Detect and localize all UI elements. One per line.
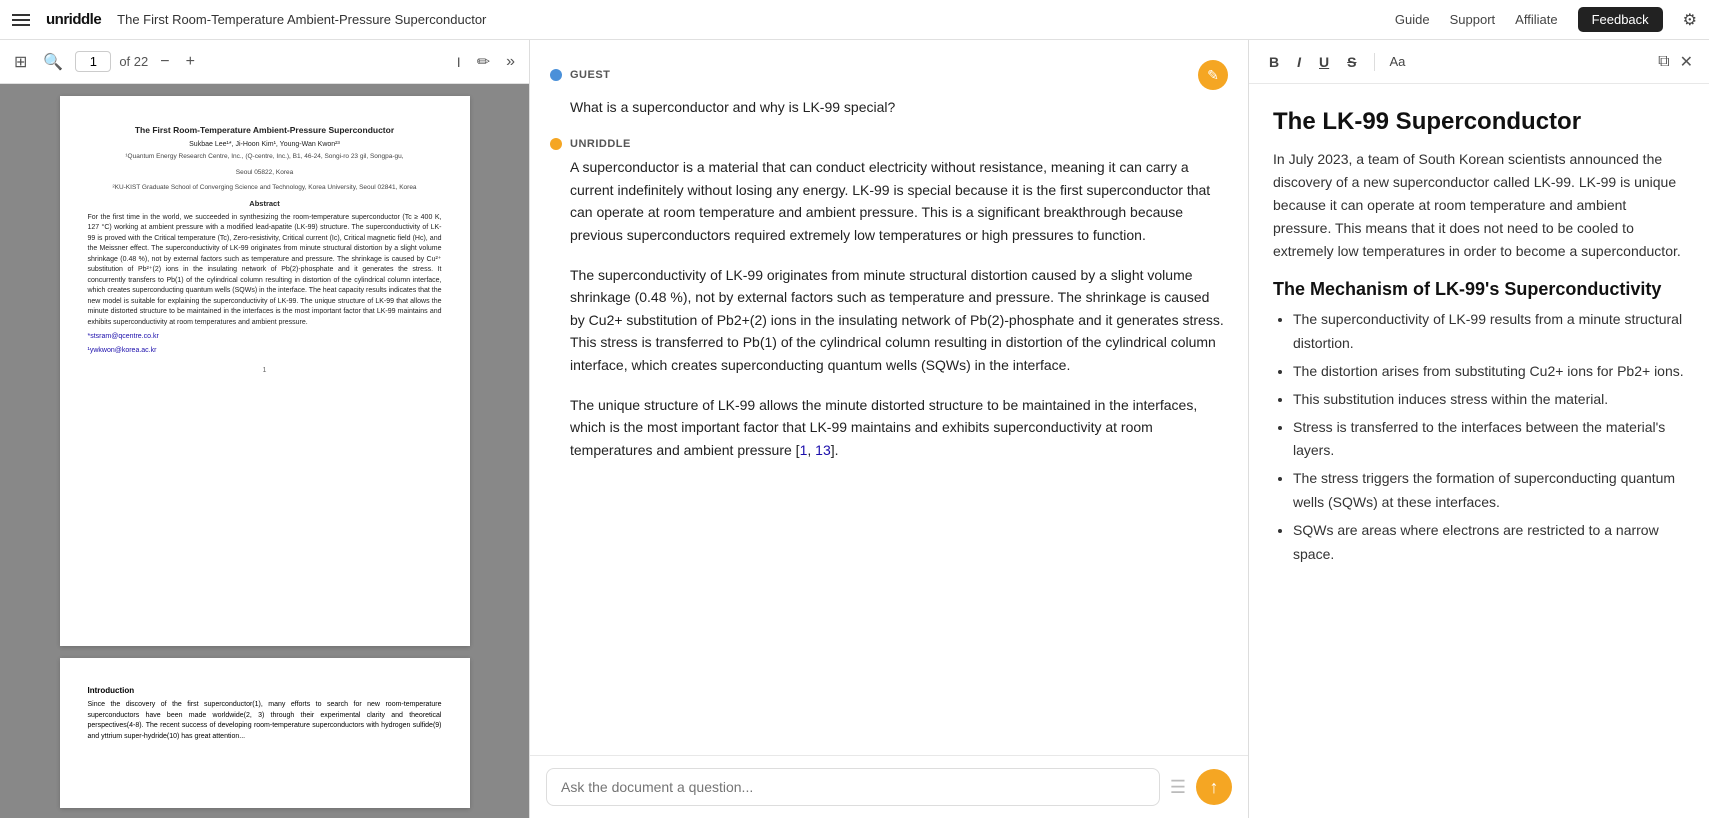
notes-bullet-list: The superconductivity of LK-99 results f… [1273, 308, 1685, 566]
pdf-panel: ⊞ 🔍 1 of 22 − + I ✏ » The First Room-Tem… [0, 40, 530, 818]
format-icon: ☰ [1170, 777, 1186, 798]
underline-button[interactable]: U [1315, 52, 1333, 72]
paper-title: The First Room-Temperature Ambient-Press… [88, 124, 442, 136]
intro-section-title: Introduction [88, 686, 442, 695]
notes-panel: B I U S Aa ⧉ ✕ The LK-99 Superconductor … [1249, 40, 1709, 818]
close-button[interactable]: ✕ [1680, 52, 1693, 72]
search-button[interactable]: 🔍 [39, 50, 67, 74]
abstract-title: Abstract [88, 199, 442, 210]
chat-sender-guest: GUEST [570, 69, 610, 81]
paper-authors: Sukbae Lee¹*, Ji-Hoon Kim¹, Young-Wan Kw… [88, 140, 442, 150]
chat-text-ai-p2: The superconductivity of LK-99 originate… [550, 264, 1228, 376]
app-logo: unriddle [46, 11, 101, 28]
chat-input-area: ☰ ↑ [530, 755, 1248, 818]
bullet-item-5: The stress triggers the formation of sup… [1293, 467, 1685, 515]
ref-1-link[interactable]: 1 [800, 442, 808, 458]
copy-button[interactable]: ⧉ [1658, 52, 1669, 72]
page-total: of 22 [119, 54, 148, 69]
chat-message-header-ai: UNRIDDLE [550, 138, 1228, 150]
notes-toolbar-right: ⧉ ✕ [1658, 52, 1693, 72]
more-tools-button[interactable]: » [502, 51, 519, 73]
abstract-body: For the first time in the world, we succ… [88, 213, 442, 329]
paper-affil-3: ²KU-KIST Graduate School of Converging S… [88, 183, 442, 192]
page-number-input[interactable]: 1 [75, 51, 111, 72]
chat-message-guest: GUEST ✎ What is a superconductor and why… [550, 60, 1228, 118]
bullet-item-2: The distortion arises from substituting … [1293, 360, 1685, 384]
paper-affil-1: ¹Quantum Energy Research Centre, Inc., (… [88, 152, 442, 161]
main-layout: ⊞ 🔍 1 of 22 − + I ✏ » The First Room-Tem… [0, 40, 1709, 818]
guest-avatar [550, 69, 562, 81]
chat-message-header-guest: GUEST ✎ [550, 60, 1228, 90]
intro-body: Since the discovery of the first superco… [88, 700, 442, 742]
hamburger-menu[interactable] [12, 14, 30, 26]
nav-support[interactable]: Support [1450, 12, 1496, 27]
sidebar-toggle-button[interactable]: ⊞ [10, 50, 31, 74]
zoom-out-button[interactable]: − [156, 51, 173, 73]
pen-tool-button[interactable]: ✏ [473, 50, 494, 74]
pdf-content: The First Room-Temperature Ambient-Press… [0, 84, 529, 818]
chat-send-button[interactable]: ↑ [1196, 769, 1232, 805]
chat-message-ai: UNRIDDLE A superconductor is a material … [550, 138, 1228, 473]
font-size-control[interactable]: Aa [1389, 54, 1405, 69]
cursor-tool-button[interactable]: I [453, 52, 465, 72]
chat-panel: GUEST ✎ What is a superconductor and why… [530, 40, 1249, 818]
chat-text-guest: What is a superconductor and why is LK-9… [550, 96, 1228, 118]
pdf-page-1: The First Room-Temperature Ambient-Press… [60, 96, 470, 646]
settings-icon[interactable]: ⚙ [1683, 10, 1697, 30]
pdf-toolbar: ⊞ 🔍 1 of 22 − + I ✏ » [0, 40, 529, 84]
toolbar-separator [1374, 53, 1375, 71]
chat-edit-button[interactable]: ✎ [1198, 60, 1228, 90]
page-number-display: 1 [88, 366, 442, 376]
notes-heading: The LK-99 Superconductor [1273, 108, 1685, 136]
notes-content: The LK-99 Superconductor In July 2023, a… [1249, 84, 1709, 818]
notes-toolbar: B I U S Aa ⧉ ✕ [1249, 40, 1709, 84]
email-link-1[interactable]: *stsram@qcentre.co.kr [88, 332, 442, 342]
chat-messages: GUEST ✎ What is a superconductor and why… [530, 40, 1248, 755]
paper-affil-2: Seoul 05822, Korea [88, 168, 442, 177]
bullet-item-6: SQWs are areas where electrons are restr… [1293, 519, 1685, 567]
nav-links: Guide Support Affiliate Feedback ⚙ [1395, 7, 1697, 32]
bullet-item-4: Stress is transferred to the interfaces … [1293, 416, 1685, 464]
chat-input[interactable] [546, 768, 1160, 806]
chat-text-ai-p1: A superconductor is a material that can … [550, 156, 1228, 246]
nav-guide[interactable]: Guide [1395, 12, 1430, 27]
chat-text-ai-p3: The unique structure of LK-99 allows the… [550, 394, 1228, 461]
bullet-item-3: This substitution induces stress within … [1293, 388, 1685, 412]
chat-sender-ai: UNRIDDLE [570, 138, 631, 150]
feedback-button[interactable]: Feedback [1578, 7, 1663, 32]
notes-section2-heading: The Mechanism of LK-99's Superconductivi… [1273, 279, 1685, 300]
ai-avatar [550, 138, 562, 150]
pdf-page-2: Introduction Since the discovery of the … [60, 658, 470, 808]
ref-13-link[interactable]: 13 [815, 442, 831, 458]
bullet-item-1: The superconductivity of LK-99 results f… [1293, 308, 1685, 356]
notes-intro: In July 2023, a team of South Korean sci… [1273, 148, 1685, 263]
bold-button[interactable]: B [1265, 52, 1283, 72]
italic-button[interactable]: I [1293, 52, 1305, 72]
page-title: The First Room-Temperature Ambient-Press… [117, 12, 1379, 27]
zoom-in-button[interactable]: + [182, 51, 199, 73]
top-nav: unriddle The First Room-Temperature Ambi… [0, 0, 1709, 40]
strikethrough-button[interactable]: S [1343, 52, 1360, 72]
email-link-2[interactable]: ¹ywkwon@korea.ac.kr [88, 346, 442, 356]
nav-affiliate[interactable]: Affiliate [1515, 12, 1557, 27]
